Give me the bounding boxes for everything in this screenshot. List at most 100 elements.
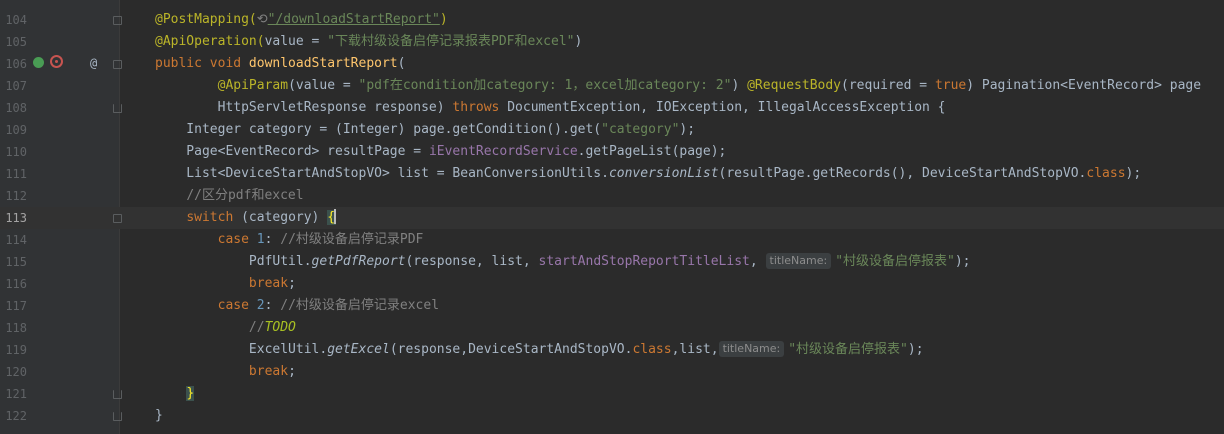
code-token: break	[248, 276, 289, 291]
line-number: 114	[5, 233, 27, 247]
line-number: 104	[5, 13, 27, 27]
code-text: PdfUtil.getPdfReport(response, list, sta…	[155, 251, 971, 273]
code-token: getExcel	[327, 342, 390, 357]
code-text: Integer category = (Integer) page.getCon…	[155, 119, 695, 141]
code-token: iEventRecordService	[428, 144, 578, 159]
code-text: switch (category) {	[155, 207, 337, 229]
code-token: class	[1086, 166, 1126, 181]
code-token: conversionList	[608, 166, 719, 181]
code-line[interactable]: 111 List<DeviceStartAndStopVO> list = Be…	[0, 163, 1224, 185]
code-text: @ApiParam(value = "pdf在condition加categor…	[155, 75, 1201, 97]
line-number: 106	[5, 57, 27, 71]
code-line[interactable]: 113 switch (category) {	[0, 207, 1224, 229]
line-number: 108	[5, 101, 27, 115]
line-number: 113	[5, 211, 27, 225]
code-token: "村级设备启停报表"	[788, 342, 908, 357]
code-token: Page<EventRecord> resultPage =	[155, 144, 429, 159]
code-line[interactable]: 107 @ApiParam(value = "pdf在condition加cat…	[0, 75, 1224, 97]
code-token: getPdfReport	[311, 254, 406, 269]
code-token: 2	[256, 298, 265, 313]
code-token: //村级设备启停记录PDF	[280, 232, 424, 247]
code-token: ,	[749, 254, 766, 269]
code-token: (response,DeviceStartAndStopVO.	[389, 342, 633, 357]
code-token: ;	[288, 276, 296, 291]
breakpoint-icon[interactable]	[50, 55, 63, 68]
line-number: 115	[5, 255, 27, 269]
code-line[interactable]: 122}	[0, 405, 1224, 427]
code-line[interactable]: 106 public void downloadStartReport(	[0, 53, 1224, 75]
matched-brace: }	[186, 386, 195, 401]
code-token: switch	[186, 210, 242, 225]
fold-marker-icon[interactable]	[113, 104, 122, 113]
code-line[interactable]: 104 @PostMapping(⟲"/downloadStartReport")	[0, 9, 1224, 31]
code-token: throws	[452, 100, 508, 115]
code-text: break;	[155, 361, 296, 383]
code-token: (	[397, 56, 406, 71]
code-line[interactable]: 109 Integer category = (Integer) page.ge…	[0, 119, 1224, 141]
code-token: @ApiParam	[217, 78, 289, 93]
code-text: public void downloadStartReport(	[155, 53, 405, 75]
code-token: "category"	[601, 122, 680, 137]
code-token: ,list,	[671, 342, 719, 357]
line-number: 109	[5, 123, 27, 137]
line-number: 118	[5, 321, 27, 335]
code-line[interactable]: 120 break;	[0, 361, 1224, 383]
code-line[interactable]: 108 HttpServletResponse response) throws…	[0, 97, 1224, 119]
code-line[interactable]: 114 case 1: //村级设备启停记录PDF	[0, 229, 1224, 251]
code-line[interactable]: 112 //区分pdf和excel	[0, 185, 1224, 207]
fold-marker-icon[interactable]	[113, 60, 122, 69]
code-token: downloadStartReport	[248, 56, 398, 71]
code-token: @ApiOperation(	[155, 34, 265, 49]
code-token: DocumentException, IOException, IllegalA…	[507, 100, 946, 115]
text-caret	[334, 209, 337, 224]
fold-marker-icon[interactable]	[113, 412, 122, 421]
fold-marker-icon[interactable]	[113, 214, 122, 223]
code-token: true	[934, 78, 967, 93]
code-line[interactable]: 117 case 2: //村级设备启停记录excel	[0, 295, 1224, 317]
code-line[interactable]: 110 Page<EventRecord> resultPage = iEven…	[0, 141, 1224, 163]
parameter-hint: titleName:	[718, 341, 785, 357]
code-line[interactable]: 118 //TODO	[0, 317, 1224, 339]
code-token: .getPageList(page);	[577, 144, 727, 159]
code-line[interactable]: 116 break;	[0, 273, 1224, 295]
code-text: //区分pdf和excel	[155, 185, 303, 207]
run-gutter-icon[interactable]	[33, 57, 44, 68]
code-line[interactable]: 121 }	[0, 383, 1224, 405]
matched-brace: {	[327, 209, 337, 225]
line-number: 116	[5, 277, 27, 291]
code-token: (response, list,	[405, 254, 539, 269]
code-token: ⟲	[256, 12, 268, 27]
code-token: ExcelUtil.	[155, 342, 328, 357]
code-token: value =	[264, 34, 328, 49]
code-token: break	[248, 364, 289, 379]
code-text: break;	[155, 273, 296, 295]
code-token: )	[731, 78, 748, 93]
code-token: (required =	[841, 78, 935, 93]
code-line[interactable]: 119 ExcelUtil.getExcel(response,DeviceSt…	[0, 339, 1224, 361]
code-token: case	[217, 232, 257, 247]
code-token: TODO	[264, 320, 296, 335]
code-line[interactable]: 105 @ApiOperation(value = "下载村级设备启停记录报表PD…	[0, 31, 1224, 53]
code-token: //	[248, 320, 265, 335]
code-token: )	[574, 34, 583, 49]
code-token: //村级设备启停记录excel	[280, 298, 440, 313]
code-text: //TODO	[155, 317, 296, 339]
code-line[interactable]: 115 PdfUtil.getPdfReport(response, list,…	[0, 251, 1224, 273]
code-token: class	[632, 342, 672, 357]
fold-marker-icon[interactable]	[113, 16, 122, 25]
code-text: case 2: //村级设备启停记录excel	[155, 295, 439, 317]
code-token: "下载村级设备启停记录报表PDF和excel"	[327, 34, 575, 49]
fold-marker-icon[interactable]	[113, 390, 122, 399]
code-token: :	[264, 298, 281, 313]
override-marker-icon[interactable]: @	[90, 56, 97, 70]
code-token: "村级设备启停报表"	[835, 254, 955, 269]
code-text: Page<EventRecord> resultPage = iEventRec…	[155, 141, 726, 163]
line-number: 107	[5, 79, 27, 93]
line-number: 122	[5, 409, 27, 423]
code-text: }	[155, 405, 163, 427]
